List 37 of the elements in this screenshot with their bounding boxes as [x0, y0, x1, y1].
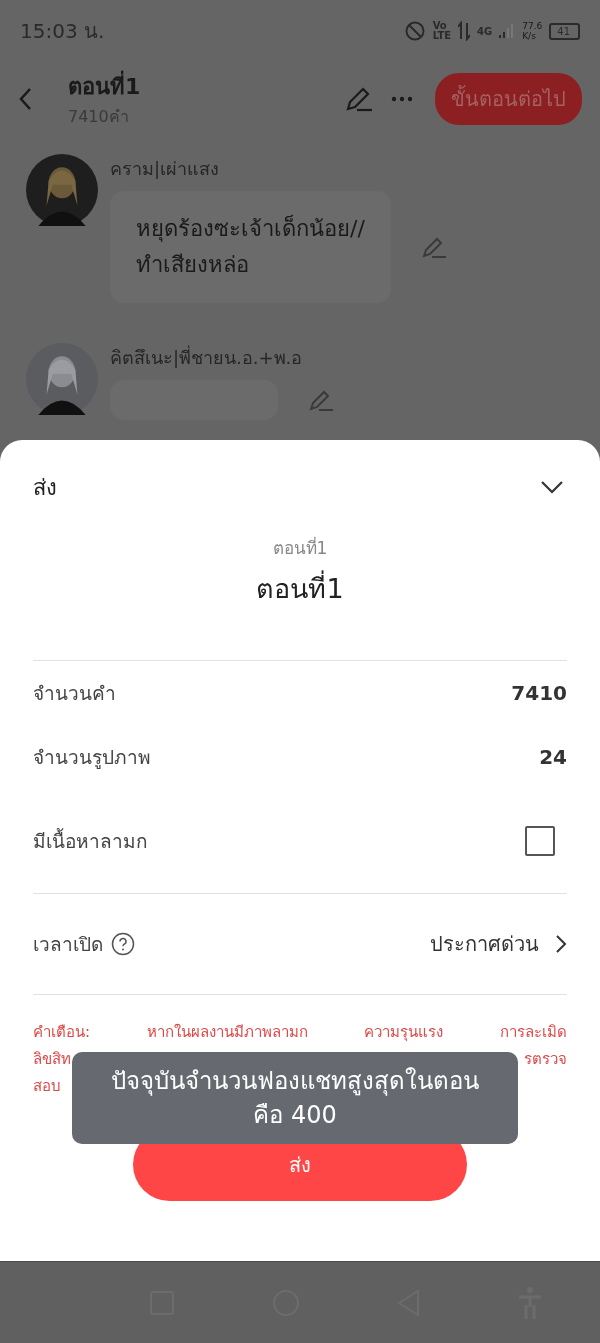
- episode-name: ตอนที่1: [256, 567, 344, 610]
- warning-text: ลิขสิท: [33, 1049, 71, 1070]
- row-value: 24: [539, 745, 567, 769]
- episode-label: ตอนที่1: [272, 535, 328, 560]
- do-not-disturb-icon: [403, 20, 426, 42]
- volte-label: Vo LTE: [432, 21, 452, 41]
- warning-text: รตรวจ: [524, 1049, 567, 1070]
- chat-limit-toast: ปัจจุบันจำนวนฟองแชทสูงสุดในตอน คือ 400: [72, 1052, 518, 1144]
- row-label: มีเนื้อหาลามก: [33, 827, 148, 854]
- open-time-selector[interactable]: ประกาศด่วน: [430, 928, 547, 960]
- battery-indicator: 41: [549, 22, 580, 40]
- edit-icon[interactable]: [345, 86, 373, 112]
- edit-icon[interactable]: [308, 388, 334, 412]
- back-icon[interactable]: [18, 87, 32, 111]
- row-label: จำนวนรูปภาพ: [33, 745, 151, 771]
- edit-icon[interactable]: [420, 235, 447, 259]
- row-label: จำนวนคำ: [33, 681, 116, 706]
- chevron-right-icon: [555, 934, 567, 954]
- checkbox[interactable]: [525, 826, 555, 856]
- row-value: 7410: [511, 681, 567, 705]
- sheet-title: ส่ง: [33, 473, 57, 502]
- next-step-button[interactable]: ขั้นตอนต่อไป: [435, 73, 582, 125]
- help-icon[interactable]: [111, 932, 135, 956]
- collapse-icon[interactable]: [540, 480, 564, 494]
- network-speed: 77.6 K/s: [522, 21, 543, 41]
- warning-text: สอบ: [33, 1076, 61, 1097]
- status-time: 15:03 น.: [20, 18, 105, 45]
- signal-icon: [499, 23, 516, 39]
- warning-text: คำเตือน: หากในผลงานมีภาพลามก ความรุนแรง การละเมิด: [33, 1022, 567, 1044]
- author-name: คราม|เผ่าแสง: [110, 157, 221, 181]
- data-arrows-icon: [458, 21, 471, 41]
- episode-title: ตอนที่1: [68, 69, 345, 104]
- message-bubble: หยุดร้องซะเจ้าเด็กน้อย// ทำเสียงหล่อ: [110, 191, 391, 303]
- more-icon[interactable]: [391, 96, 413, 102]
- network-type: 4G: [477, 25, 493, 37]
- author-name: คิตสึเนะ|พี่ชายน.อ.+พ.อ: [110, 344, 304, 370]
- row-label: เวลาเปิด: [33, 932, 103, 957]
